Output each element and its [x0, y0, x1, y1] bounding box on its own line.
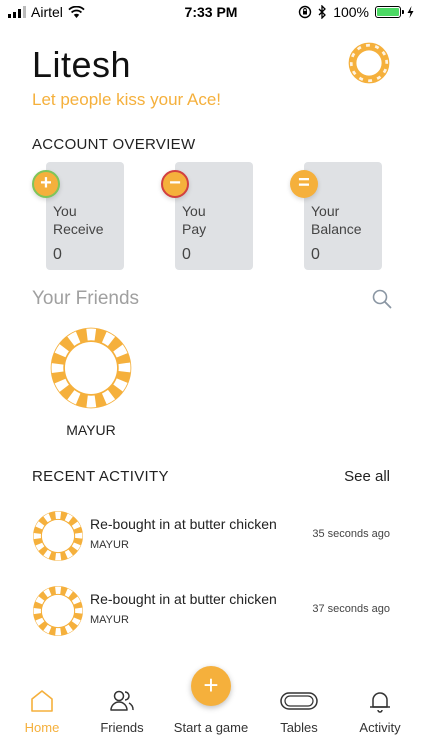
see-all-link[interactable]: See all	[344, 468, 390, 485]
activity-user: MAYUR	[90, 614, 129, 626]
profile-avatar[interactable]	[348, 42, 390, 84]
poker-chip-icon[interactable]	[49, 326, 133, 410]
receive-value: 0	[53, 246, 62, 263]
home-icon	[31, 690, 53, 712]
tab-activity[interactable]: Activity	[338, 688, 422, 735]
activity-text: Re-bought in at butter chicken	[90, 516, 277, 532]
user-name: Litesh	[32, 44, 132, 85]
status-right: 100%	[298, 4, 414, 20]
table-icon	[280, 692, 318, 710]
ov-label: Your Balance	[311, 203, 362, 237]
start-game-label[interactable]: Start a game	[166, 720, 256, 735]
tab-home-label: Home	[24, 720, 60, 735]
start-game-button[interactable]: +	[191, 666, 231, 706]
plus-icon: +	[32, 170, 60, 198]
charging-icon	[407, 6, 414, 18]
minus-icon: −	[161, 170, 189, 198]
tab-friends[interactable]: Friends	[80, 688, 164, 735]
friends-icon	[110, 690, 134, 711]
recent-activity-title: RECENT ACTIVITY	[32, 468, 169, 485]
battery-icon	[375, 6, 404, 18]
equals-icon: =	[290, 170, 318, 198]
friends-section-title: Your Friends	[32, 288, 140, 309]
tab-home[interactable]: Home	[0, 688, 84, 735]
tab-tables-label: Tables	[280, 720, 318, 735]
search-icon[interactable]	[372, 289, 392, 309]
activity-time: 35 seconds ago	[312, 528, 390, 540]
profile-tagline: Let people kiss your Ace!	[32, 90, 222, 109]
balance-value: 0	[311, 246, 320, 263]
battery-percent: 100%	[333, 4, 369, 20]
poker-chip-icon	[33, 586, 83, 636]
tab-activity-label: Activity	[359, 720, 401, 735]
activity-item[interactable]: Re-bought in at butter chicken MAYUR 35 …	[32, 508, 392, 564]
bluetooth-icon	[318, 5, 327, 19]
orientation-lock-icon	[298, 5, 312, 19]
ov-label: You Pay	[182, 203, 207, 237]
activity-time: 37 seconds ago	[312, 603, 390, 615]
activity-item[interactable]: Re-bought in at butter chicken MAYUR 37 …	[32, 583, 392, 639]
activity-user: MAYUR	[90, 539, 129, 551]
account-overview-title: ACCOUNT OVERVIEW	[32, 136, 196, 153]
tab-tables[interactable]: Tables	[257, 688, 341, 735]
bell-icon	[370, 692, 390, 713]
activity-text: Re-bought in at butter chicken	[90, 591, 277, 607]
status-bar: Airtel 7:33 PM 100%	[0, 0, 422, 24]
friend-name[interactable]: MAYUR	[46, 422, 136, 438]
poker-chip-icon	[33, 511, 83, 561]
tab-friends-label: Friends	[100, 720, 144, 735]
ov-label: You Receive	[53, 203, 104, 237]
pay-value: 0	[182, 246, 191, 263]
